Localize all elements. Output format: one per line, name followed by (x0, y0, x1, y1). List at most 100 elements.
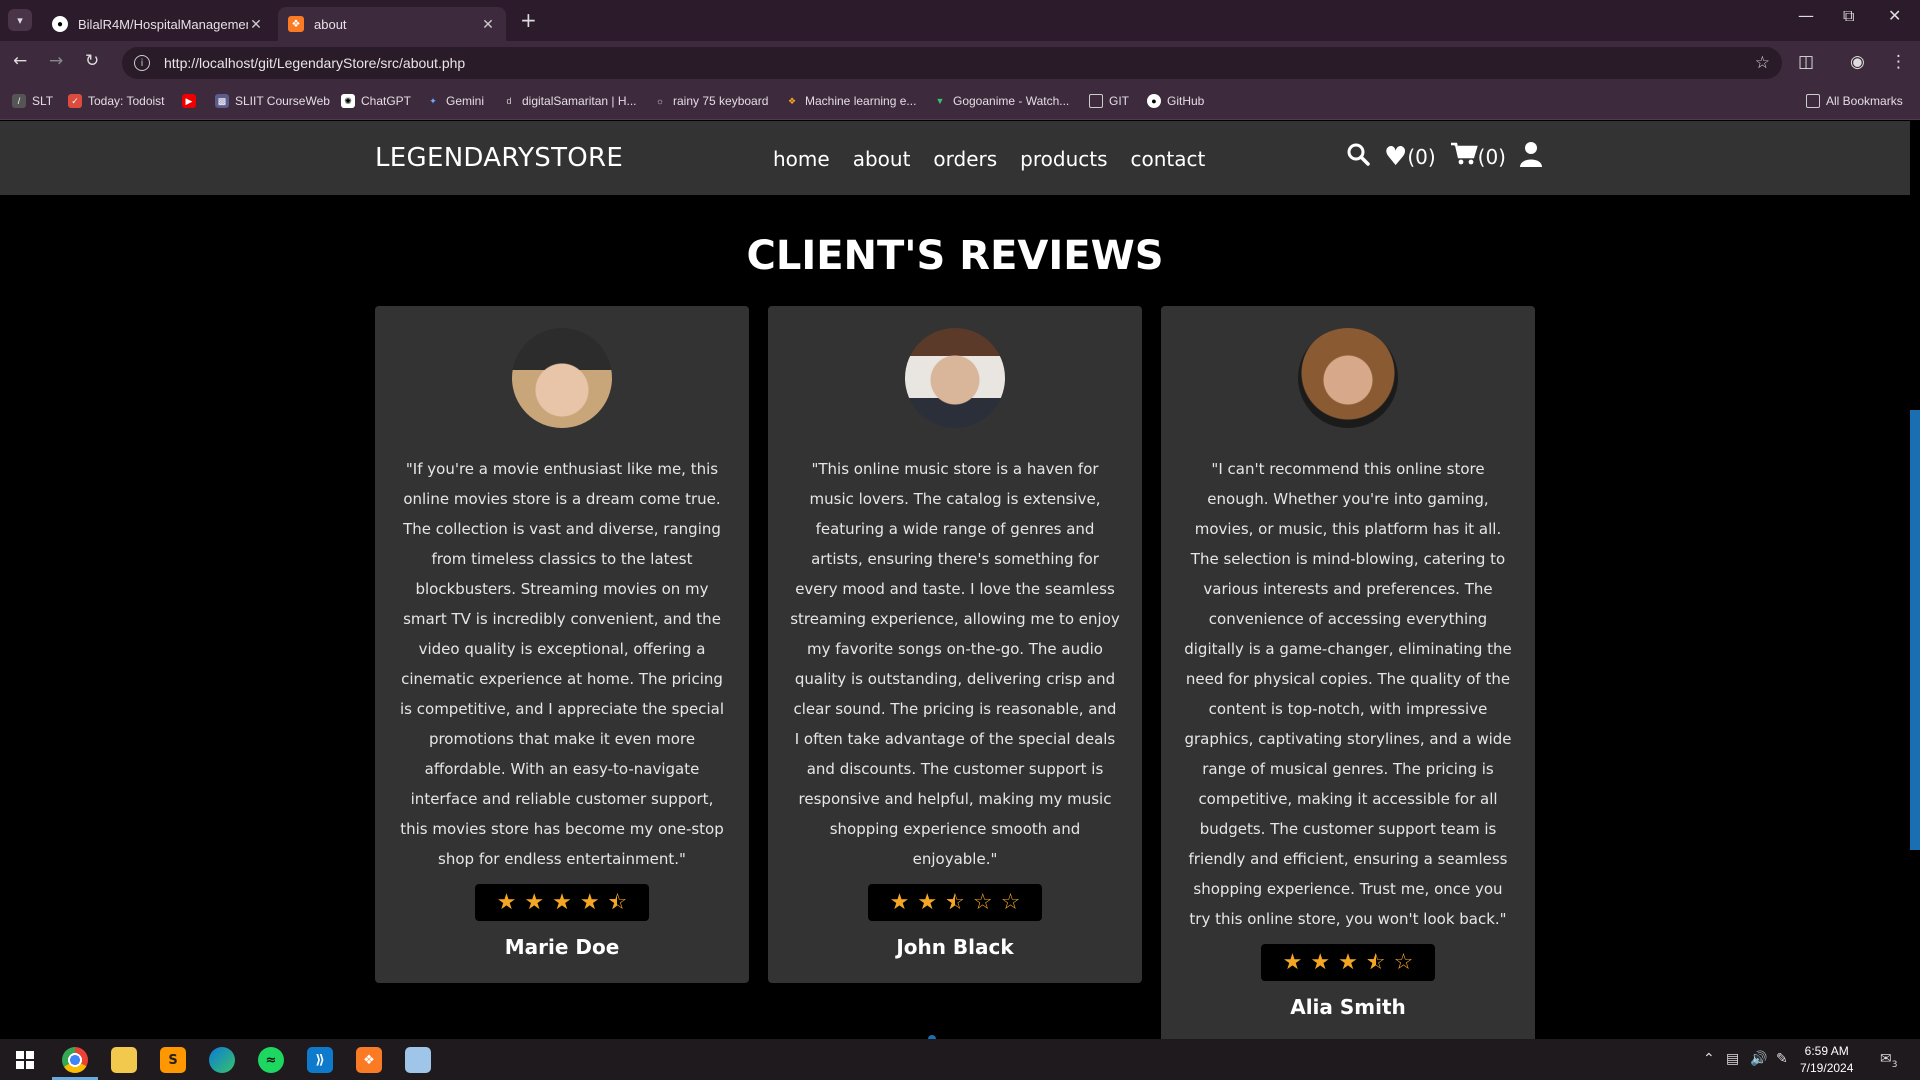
bookmark-star-icon[interactable]: ☆ (1755, 53, 1770, 73)
star-empty-icon: ☆ (1000, 890, 1021, 915)
star-rating: ★ ★ ★ ★☆ ☆ (1260, 944, 1436, 981)
clock-date: 7/19/2024 (1800, 1061, 1854, 1075)
folder-icon (1089, 94, 1103, 108)
ml-icon: ❖ (787, 95, 797, 106)
bookmark-label: Gemini (446, 94, 485, 108)
avatar-john-black (905, 328, 1005, 428)
sublime-text-icon[interactable]: S (160, 1047, 186, 1073)
bookmark-label: rainy 75 keyboard (673, 94, 769, 108)
bookmark-label: Machine learning e... (805, 94, 917, 108)
bookmark-github[interactable]: ● GitHub (1147, 94, 1204, 108)
network-icon[interactable]: ▤ (1726, 1051, 1739, 1067)
folder-icon (1806, 94, 1820, 108)
bookmark-rainy75[interactable]: ☼ rainy 75 keyboard (653, 94, 769, 108)
bookmark-label: All Bookmarks (1826, 94, 1903, 108)
restore-icon[interactable]: ⧉ (1843, 6, 1854, 26)
browser-toolbar: ← → ↻ i http://localhost/git/LegendarySt… (0, 41, 1920, 84)
nav-products[interactable]: products (1020, 147, 1107, 171)
reload-icon[interactable]: ↻ (85, 51, 99, 71)
notifications-icon[interactable]: ✉3 (1880, 1051, 1897, 1070)
bookmark-label: Gogoanime - Watch... (953, 94, 1070, 108)
bookmark-digitalsamaritan[interactable]: d digitalSamaritan | H... (502, 94, 636, 108)
star-rating: ★ ★ ★ ★ ★☆ (474, 884, 650, 921)
profile-icon[interactable]: ◉ (1850, 52, 1865, 72)
system-clock[interactable]: 6:59 AM 7/19/2024 (1800, 1043, 1853, 1077)
close-window-icon[interactable]: ✕ (1888, 6, 1901, 25)
scrollbar-thumb[interactable] (1910, 410, 1920, 850)
forward-icon[interactable]: → (49, 51, 63, 71)
all-bookmarks-folder[interactable]: All Bookmarks (1806, 94, 1903, 108)
star-full-icon: ★ (917, 890, 938, 915)
pen-icon[interactable]: ✎ (1776, 1051, 1788, 1067)
review-card: "This online music store is a haven for … (768, 306, 1142, 983)
site-info-icon[interactable]: i (134, 55, 150, 71)
bookmark-chatgpt[interactable]: ✺ ChatGPT (341, 94, 411, 108)
digitalsamaritan-icon: d (506, 96, 512, 106)
wishlist-count: (0) (1407, 144, 1436, 169)
browser-tab-about[interactable]: ❖ about ✕ (278, 7, 506, 41)
avatar-marie-doe (512, 328, 612, 428)
address-bar[interactable]: i http://localhost/git/LegendaryStore/sr… (122, 47, 1782, 79)
clock-time: 6:59 AM (1804, 1044, 1849, 1058)
bookmark-ml[interactable]: ❖ Machine learning e... (785, 94, 916, 108)
xampp-icon[interactable]: ❖ (356, 1047, 382, 1073)
tab-search-button[interactable]: ▾ (8, 9, 32, 31)
globe-icon: ☼ (655, 96, 665, 106)
spotify-icon[interactable]: ≈ (258, 1047, 284, 1073)
star-full-icon: ★ (1310, 950, 1331, 975)
cart-count: (0) (1477, 144, 1506, 169)
cart-button[interactable]: (0) (1450, 142, 1506, 171)
bookmark-todoist[interactable]: ✓ Today: Todoist (68, 94, 165, 108)
edge-icon[interactable] (209, 1047, 235, 1073)
back-icon[interactable]: ← (13, 51, 27, 71)
header-icons: ♥ (0) (0) (1346, 141, 1542, 172)
notepad-icon[interactable] (405, 1047, 431, 1073)
heart-icon: ♥ (1384, 141, 1408, 172)
windows-taskbar: S ≈ ⟫ ❖ ⌃ ▤ 🔊 ✎ 6:59 AM 7/19/2024 ✉3 (0, 1039, 1920, 1080)
star-half-icon: ★☆ (607, 890, 628, 915)
nav-orders[interactable]: orders (933, 147, 997, 171)
user-icon[interactable] (1520, 141, 1542, 172)
review-quote: "This online music store is a haven for … (790, 460, 1120, 868)
bookmark-label: ChatGPT (361, 94, 412, 108)
bookmark-courseweb[interactable]: ▩ SLIIT CourseWeb (215, 94, 330, 108)
search-icon[interactable] (1346, 142, 1370, 171)
menu-icon[interactable]: ⋮ (1890, 52, 1907, 72)
bookmark-folder-git[interactable]: GIT (1089, 94, 1129, 108)
nav-contact[interactable]: contact (1131, 147, 1206, 171)
page-viewport: LEGENDARYSTORE home about orders product… (0, 121, 1920, 1039)
slt-icon: / (12, 94, 26, 108)
chrome-icon[interactable] (62, 1047, 88, 1073)
new-tab-button[interactable]: + (520, 8, 537, 32)
bookmark-label: Today: Todoist (88, 94, 165, 108)
review-card: "I can't recommend this online store eno… (1161, 306, 1535, 1039)
file-explorer-icon[interactable] (111, 1047, 137, 1073)
github-icon: ● (52, 16, 68, 32)
volume-icon[interactable]: 🔊 (1750, 1051, 1767, 1067)
bookmark-label: SLIIT CourseWeb (235, 94, 330, 108)
bookmark-gogoanime[interactable]: ▼ Gogoanime - Watch... (933, 94, 1070, 108)
section-title: CLIENT'S REVIEWS (746, 233, 1164, 279)
browser-tab-github[interactable]: ● BilalR4M/HospitalManagement ✕ (42, 7, 274, 41)
star-rating: ★ ★ ★☆ ☆ ☆ (867, 884, 1043, 921)
windows-start-icon[interactable] (12, 1047, 38, 1073)
vscode-icon[interactable]: ⟫ (307, 1047, 333, 1073)
url-text: http://localhost/git/LegendaryStore/src/… (164, 55, 466, 71)
nav-about[interactable]: about (853, 147, 911, 171)
browser-tab-bar: ▾ ● BilalR4M/HospitalManagement ✕ ❖ abou… (0, 0, 1920, 41)
close-tab-icon[interactable]: ✕ (248, 16, 264, 33)
bookmark-youtube[interactable]: ▶ (182, 94, 202, 108)
gemini-icon: ✦ (429, 95, 437, 106)
bookmark-slt[interactable]: / SLT (12, 94, 53, 108)
site-logo[interactable]: LEGENDARYSTORE (375, 143, 623, 173)
close-tab-icon[interactable]: ✕ (480, 16, 496, 33)
review-card: "If you're a movie enthusiast like me, t… (375, 306, 749, 983)
minimize-icon[interactable]: — (1798, 6, 1814, 25)
star-half-icon: ★☆ (945, 890, 965, 915)
extensions-icon[interactable]: ◫ (1798, 52, 1814, 72)
bookmark-gemini[interactable]: ✦ Gemini (426, 94, 484, 108)
show-hidden-icons-icon[interactable]: ⌃ (1703, 1051, 1715, 1067)
wishlist-button[interactable]: ♥ (0) (1384, 142, 1436, 172)
todoist-icon: ✓ (68, 94, 82, 108)
nav-home[interactable]: home (773, 147, 830, 171)
